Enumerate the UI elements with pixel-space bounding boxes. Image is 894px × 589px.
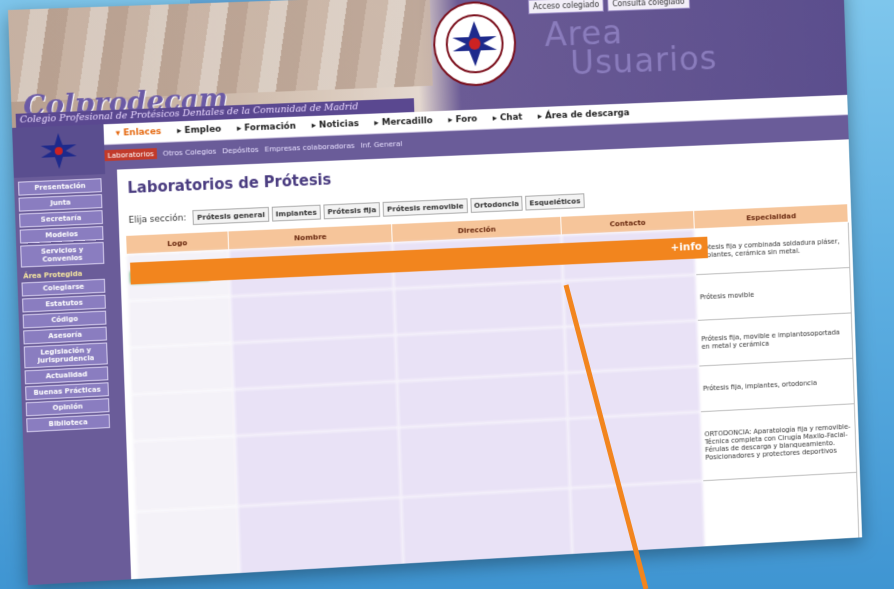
page-title: Laboratorios de Prótesis — [127, 170, 332, 198]
sidebar-item-secretaria[interactable]: Secretaría — [19, 210, 103, 228]
nav-enlaces[interactable]: ▾ Enlaces — [116, 127, 162, 139]
section-protesis-general[interactable]: Prótesis general — [192, 206, 270, 226]
nav-chat[interactable]: ▸ Chat — [493, 113, 523, 124]
lab-contact — [569, 480, 706, 577]
lab-contact — [564, 320, 699, 373]
lab-address — [398, 418, 570, 498]
subnav-laboratorios[interactable]: Laboratorios — [104, 147, 158, 161]
lab-contact — [567, 411, 703, 489]
webpage: Colprodecam Colegio Profesional de Proté… — [8, 0, 863, 586]
nav-empleo[interactable]: ▸ Empleo — [177, 125, 222, 137]
watermark-line-2: Usuarios — [569, 38, 718, 84]
subnav-depositos[interactable]: Depósitos — [222, 144, 259, 154]
lab-name[interactable] — [231, 334, 397, 390]
nav-formacion[interactable]: ▸ Formación — [237, 122, 296, 134]
sidebar-item-actualidad[interactable]: Actualidad — [24, 366, 109, 385]
sidebar-item-junta[interactable]: Junta — [18, 194, 103, 212]
lab-specialty: Prótesis fija, implantes, ortodoncia — [698, 358, 855, 412]
lab-logo[interactable] — [132, 435, 238, 512]
sidebar-item-codigo[interactable]: Código — [22, 310, 107, 329]
lab-address — [393, 280, 565, 335]
lab-logo[interactable] — [131, 389, 236, 442]
lab-name[interactable] — [230, 288, 396, 343]
lab-specialty: Prótesis fija, movible e implantosoporta… — [697, 312, 853, 367]
section-protesis-removible[interactable]: Prótesis removible — [382, 198, 468, 217]
cross-emblem-icon — [40, 133, 78, 170]
lab-name[interactable] — [235, 427, 401, 507]
nav-mercadillo[interactable]: ▸ Mercadillo — [374, 116, 433, 128]
subnav-empresas[interactable]: Empresas colaboradoras — [264, 141, 354, 154]
section-ortodoncia[interactable]: Ortodoncia — [469, 195, 524, 213]
member-query-button[interactable]: Consulta colegiado — [607, 0, 690, 12]
sidebar-item-biblioteca[interactable]: Biblioteca — [26, 414, 111, 433]
cross-emblem — [12, 124, 106, 178]
sidebar-item-asesoria[interactable]: Asesoría — [23, 326, 108, 345]
section-label: Elija sección: — [128, 212, 187, 226]
sidebar-item-legislacion[interactable]: Legislación y Jurisprudencia — [23, 342, 108, 369]
lab-contact — [566, 366, 701, 419]
nav-area-descarga[interactable]: ▸ Área de descarga — [538, 108, 630, 121]
lab-specialty: Prótesis movible — [695, 267, 852, 321]
sidebar: Presentación Junta Secretaría Modelos Se… — [14, 176, 114, 434]
lab-specialty: ORTODONCIA: Aparatología fija y removibl… — [700, 403, 857, 481]
sidebar-item-opinion[interactable]: Opinión — [25, 398, 110, 417]
sidebar-item-modelos[interactable]: Modelos — [19, 225, 104, 244]
lab-specialty — [702, 472, 860, 570]
lab-name[interactable] — [237, 497, 405, 586]
sidebar-item-servicios[interactable]: Servicios y Convenios — [20, 241, 105, 268]
sidebar-item-estatutos[interactable]: Estatutos — [22, 294, 106, 313]
access-member-button[interactable]: Acceso colegiado — [527, 0, 605, 15]
sidebar-item-buenas-practicas[interactable]: Buenas Prácticas — [25, 382, 109, 401]
lab-logo[interactable] — [127, 296, 232, 348]
lab-specialty: Prótesis fija y combinada soldadura plás… — [694, 222, 850, 275]
section-esqueleticos[interactable]: Esqueléticos — [525, 193, 585, 211]
sidebar-item-presentacion[interactable]: Presentación — [17, 178, 102, 196]
users-area-watermark: Area Usuarios — [544, 13, 718, 84]
lab-address — [400, 488, 573, 586]
nav-foro[interactable]: ▸ Foro — [448, 114, 477, 125]
subnav-inf-general[interactable]: Inf. General — [360, 139, 402, 150]
main-content: Laboratorios de Prótesis Elija sección: … — [116, 139, 863, 586]
lab-contact — [562, 274, 698, 327]
subnav-otros-colegios[interactable]: Otros Colegios — [163, 146, 217, 157]
sidebar-item-colegiarse[interactable]: Colegiarse — [21, 278, 106, 297]
section-protesis-fija[interactable]: Prótesis fija — [323, 202, 381, 220]
lab-logo[interactable] — [129, 342, 234, 395]
section-implantes[interactable]: Implantes — [271, 204, 321, 222]
screenshot-frame: Colprodecam Colegio Profesional de Proté… — [8, 0, 877, 589]
nav-noticias[interactable]: ▸ Noticias — [311, 119, 359, 131]
college-seal-icon — [431, 0, 518, 88]
